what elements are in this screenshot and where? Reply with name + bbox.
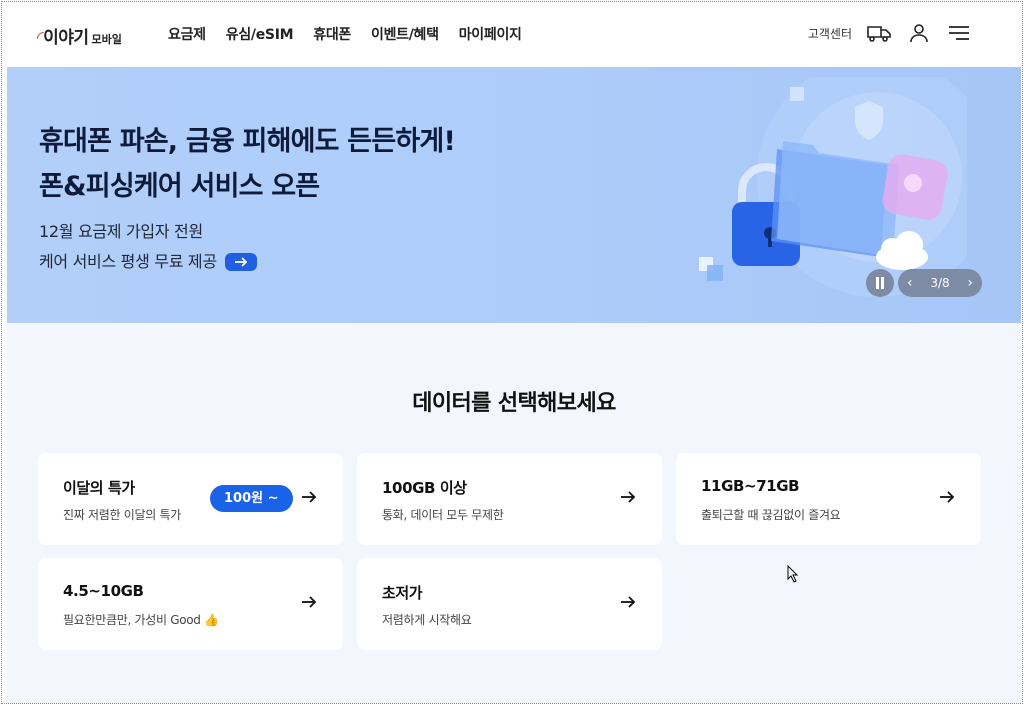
arrow-right-icon [234, 257, 248, 267]
card-title: 4.5~10GB [63, 582, 144, 600]
arrow-right-icon [940, 491, 955, 503]
banner-subtitle: 12월 요금제 가입자 전원 케어 서비스 평생 무료 제공 [39, 217, 257, 277]
site-header: ◜이야기 모바일 요금제 유심/eSIM 휴대폰 이벤트/혜택 마이페이지 고객… [2, 2, 1022, 66]
menu-icon[interactable] [946, 20, 972, 46]
truck-icon[interactable] [866, 20, 892, 46]
nav-plans[interactable]: 요금제 [168, 24, 206, 44]
card-100gb-plus[interactable]: 100GB 이상 통화, 데이터 모두 무제한 [357, 453, 662, 545]
card-monthly-special[interactable]: 이달의 특가 진짜 저렴한 이달의 특가 100원 ~ [38, 453, 343, 545]
card-title: 이달의 특가 [63, 479, 135, 497]
nav-events[interactable]: 이벤트/혜택 [371, 24, 439, 44]
card-title: 100GB 이상 [382, 479, 467, 497]
card-desc: 필요한만큼만, 가성비 Good 👍 [63, 613, 219, 627]
banner-arrow-button[interactable] [224, 253, 257, 271]
card-4.5-10gb[interactable]: 4.5~10GB 필요한만큼만, 가성비 Good 👍 [38, 558, 343, 650]
logo-sub: 모바일 [91, 33, 122, 46]
header-utilities: 고객센터 [808, 20, 972, 46]
banner-sub-line2: 케어 서비스 평생 무료 제공 [39, 252, 217, 271]
banner-title-line2: 폰&피싱케어 서비스 오픈 [39, 171, 320, 202]
card-desc: 진짜 저렴한 이달의 특가 [63, 508, 181, 522]
arrow-right-icon [621, 596, 636, 608]
data-selection-section: 데이터를 선택해보세요 이달의 특가 진짜 저렴한 이달의 특가 100원 ~ … [7, 323, 1021, 703]
banner-sub-line1: 12월 요금제 가입자 전원 [39, 222, 203, 241]
slide-pager: ‹ 3/8 › [898, 269, 982, 297]
next-slide-button[interactable]: › [967, 276, 973, 290]
pause-button[interactable] [866, 269, 894, 297]
card-desc: 저렴하게 시작해요 [382, 613, 472, 627]
user-icon[interactable] [906, 20, 932, 46]
card-ultra-low-price[interactable]: 초저가 저렴하게 시작해요 [357, 558, 662, 650]
slide-counter: 3/8 [930, 276, 950, 290]
banner-title: 휴대폰 파손, 금융 피해에도 든든하게! 폰&피싱케어 서비스 오픈 [39, 119, 456, 209]
card-title: 초저가 [382, 584, 423, 602]
arrow-right-icon [621, 491, 636, 503]
banner-sub-line2-row: 케어 서비스 평생 무료 제공 [39, 247, 257, 277]
prev-slide-button[interactable]: ‹ [907, 276, 913, 290]
card-11gb-71gb[interactable]: 11GB~71GB 출퇴근할 때 끊김없이 즐겨요 [676, 453, 981, 545]
customer-center-link[interactable]: 고객센터 [808, 25, 852, 42]
card-title: 11GB~71GB [701, 477, 800, 495]
nav-usim-esim[interactable]: 유심/eSIM [226, 24, 294, 44]
pause-icon [876, 277, 884, 289]
hero-banner[interactable]: 휴대폰 파손, 금융 피해에도 든든하게! 폰&피싱케어 서비스 오픈 12월 … [7, 67, 1021, 323]
card-desc: 출퇴근할 때 끊김없이 즐겨요 [701, 508, 841, 522]
mouse-cursor-icon [787, 565, 799, 583]
logo-brand: ◜이야기 [37, 28, 89, 48]
browser-viewport: ◜이야기 모바일 요금제 유심/eSIM 휴대폰 이벤트/혜택 마이페이지 고객… [1, 1, 1023, 704]
nav-mypage[interactable]: 마이페이지 [459, 24, 522, 44]
nav-phones[interactable]: 휴대폰 [313, 24, 351, 44]
section-title: 데이터를 선택해보세요 [412, 391, 616, 416]
card-desc: 통화, 데이터 모두 무제한 [382, 508, 504, 522]
arrow-right-icon [302, 596, 317, 608]
price-badge: 100원 ~ [210, 485, 293, 512]
banner-title-line1: 휴대폰 파손, 금융 피해에도 든든하게! [39, 126, 456, 157]
arrow-right-icon [302, 491, 317, 503]
site-logo[interactable]: ◜이야기 모바일 [37, 23, 122, 48]
main-nav: 요금제 유심/eSIM 휴대폰 이벤트/혜택 마이페이지 [168, 24, 522, 44]
